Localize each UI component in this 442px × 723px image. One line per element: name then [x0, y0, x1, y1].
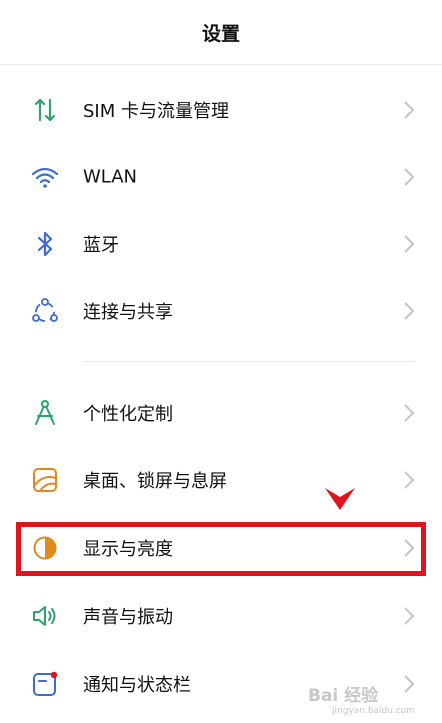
chevron-right-icon	[404, 607, 415, 625]
settings-item-sim[interactable]: SIM 卡与流量管理	[0, 77, 442, 143]
page-title: 设置	[201, 22, 240, 45]
highlight-box	[16, 522, 426, 576]
chevron-right-icon	[404, 235, 415, 253]
chevron-right-icon	[404, 168, 415, 186]
chevron-right-icon	[404, 302, 415, 320]
bluetooth-icon	[30, 229, 60, 259]
chevron-right-icon	[404, 404, 415, 422]
settings-item-connection-share[interactable]: 连接与共享	[0, 278, 442, 344]
connection-share-icon	[30, 296, 60, 326]
wallpaper-icon	[30, 465, 60, 495]
watermark-logo: Bai 经验	[308, 686, 379, 706]
settings-item-label: 个性化定制	[83, 404, 173, 425]
chevron-right-icon	[404, 471, 415, 489]
notification-icon	[30, 669, 60, 699]
wifi-icon	[30, 162, 60, 192]
settings-item-label: 声音与振动	[83, 607, 173, 628]
watermark-url: jingyan.baidu.com	[332, 706, 416, 716]
chevron-right-icon	[404, 675, 415, 693]
pointer-arrow-icon	[325, 488, 355, 510]
settings-item-sound[interactable]: 声音与振动	[0, 583, 442, 649]
settings-item-label: 连接与共享	[83, 302, 173, 323]
chevron-right-icon	[404, 101, 415, 119]
settings-item-wallpaper[interactable]: 桌面、锁屏与息屏	[0, 447, 442, 513]
settings-item-wlan[interactable]: WLAN	[0, 144, 442, 210]
section-divider	[83, 361, 415, 362]
sim-data-icon	[30, 95, 60, 125]
sound-icon	[30, 601, 60, 631]
personalization-icon	[30, 398, 60, 428]
settings-item-label: 通知与状态栏	[83, 675, 191, 696]
settings-item-label: 桌面、锁屏与息屏	[83, 471, 227, 492]
settings-item-label: WLAN	[83, 166, 138, 188]
settings-item-personalization[interactable]: 个性化定制	[0, 380, 442, 446]
settings-item-label: SIM 卡与流量管理	[83, 101, 229, 122]
settings-item-label: 蓝牙	[83, 235, 119, 256]
top-bar: 设置	[0, 0, 442, 65]
settings-item-bluetooth[interactable]: 蓝牙	[0, 211, 442, 277]
